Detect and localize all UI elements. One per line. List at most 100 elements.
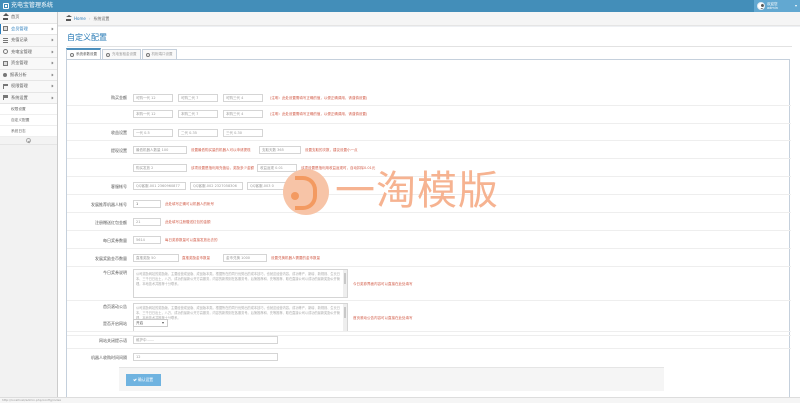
bonus-direct-note: 直推奖励金币数量 [182, 256, 210, 260]
field-value: 2 [151, 166, 154, 170]
avatar [757, 2, 765, 10]
withdraw-note-1: 设置最低购买量的机器人可以申请提现 [191, 148, 251, 152]
field-prefix: QQ客服-002 [193, 184, 214, 188]
price2-input-1[interactable]: 本购一代 12 [133, 110, 173, 118]
price-input-2[interactable]: 可购二代 7 [178, 94, 218, 102]
field-prefix: 可购二代 [181, 96, 195, 100]
sidebar-item-members[interactable]: 会员管理 [0, 23, 57, 35]
kefu-input-2[interactable]: QQ客服-002 2327058306 [190, 182, 243, 190]
form-row-close-notice: 网站关闭提示语 维护中....... [67, 332, 791, 349]
user-icon [145, 52, 150, 57]
sidebar-item-powerbank[interactable]: 充电宝管理 [0, 46, 57, 58]
tab-label: 充电宝租金设置 [112, 52, 137, 56]
close-notice-input[interactable]: 维护中....... [133, 336, 278, 344]
notice-note: 今日奖券界面内容可以直接在此处填写 [353, 282, 413, 286]
flag-icon [3, 83, 8, 89]
kefu-input-3[interactable]: QQ客服-003 0 [247, 182, 300, 190]
form-label: 发展推荐机器人帐号 [91, 202, 127, 207]
form-label: 发展奖励金币数量 [95, 256, 127, 261]
field-value: 7 [196, 112, 199, 116]
form-row-notice: 今日奖券说明 公司奖励网站的奖励版，主要经营成品版、成品版本类。根据所在的同行优… [67, 267, 791, 301]
sidebar-subitem-custom-config[interactable]: 自定义配置 [0, 115, 57, 126]
field-prefix: 金币兑换 [226, 256, 240, 260]
sidebar-item-recharge[interactable]: 充值记录 [0, 35, 57, 47]
brand[interactable]: 充电宝管理系统 [3, 2, 53, 10]
profit-input-2[interactable]: 二代 0.35 [178, 129, 218, 137]
form-label: 机器人收购时间间隔 [91, 355, 127, 360]
submit-button[interactable]: 确认设置 [126, 374, 161, 386]
sidebar-subitem-label: 权限设置 [11, 106, 26, 111]
price2-input-2[interactable]: 本购二代 7 [178, 110, 218, 118]
notice-textarea[interactable]: 公司奖励网站的奖励版，主要经营成品版、成品版本类。根据所在的同行优势出的成本技巧… [133, 269, 348, 298]
price-input-3[interactable]: 可购三代 4 [223, 94, 263, 102]
breadcrumb-separator: › [88, 16, 91, 21]
main-content: 自定义配置 系统参数设置 充电宝租金设置 机柜端口设置 购买金额 可购一代 12… [58, 27, 800, 403]
check-icon [133, 377, 137, 382]
daily-limit-input[interactable]: 5614 [133, 236, 161, 244]
purchase-reward-input[interactable]: 购买发放 2 [133, 164, 187, 172]
sidebar-item-system[interactable]: 系统设置 [0, 92, 57, 104]
user-menu[interactable]: 欢迎您 admin [754, 0, 800, 12]
field-prefix: 最低机器人数量 [136, 148, 161, 152]
field-prefix: 二代 [181, 131, 188, 135]
robot-num-input[interactable]: 1 [133, 200, 161, 208]
sidebar-subitem-logs[interactable]: 系统日志 [0, 126, 57, 137]
field-value: 0.35 [189, 131, 197, 135]
textarea-scrollbar[interactable] [343, 270, 347, 297]
withdraw-min-input[interactable]: 最低机器人数量 100 [133, 146, 187, 154]
chevron-down-icon [50, 27, 54, 30]
bonus-direct-input[interactable]: 直推奖励 50 [133, 254, 179, 262]
sidebar-item-reports[interactable]: 报表分析 [0, 69, 57, 81]
form-row-robot-num: 发展推荐机器人帐号 1 此处填写正确可以机器人的帐号 [67, 195, 791, 213]
field-prefix: QQ客服-003 [250, 184, 271, 188]
title-divider [67, 46, 792, 47]
field-value: 12 [151, 112, 156, 116]
sidebar-item-funds[interactable]: 资金管理 [0, 58, 57, 70]
sidebar-item-label: 充电宝管理 [11, 48, 32, 54]
field-prefix: 三代 [226, 131, 233, 135]
flag-icon [3, 95, 8, 101]
price-note: (注明：此处设置需填写正确的值，以便正确调用，请谨慎设置) [270, 96, 368, 100]
sidebar-collapse-toggle[interactable] [0, 137, 57, 145]
breadcrumb-current: 系统设置 [93, 15, 110, 21]
sidebar-subitem-permission-settings[interactable]: 权限设置 [0, 104, 57, 115]
cashback-note: 该项设置是指利用收益返现时，自动扣除0.01元 [301, 166, 376, 170]
robot-num-note: 此处填写正确可以机器人的帐号 [165, 202, 214, 206]
breadcrumb-home-link[interactable]: Home [74, 16, 86, 21]
price2-note: (注明：此处设置需填写正确的值，以便正确调用，请谨慎设置) [270, 112, 368, 116]
robot-time-input[interactable]: 12 [133, 353, 278, 361]
tab-rent-settings[interactable]: 充电宝租金设置 [102, 49, 141, 59]
price2-input-3[interactable]: 本购三代 4 [223, 110, 263, 118]
kefu-input-1[interactable]: QQ客服-001 2360960877 [133, 182, 186, 190]
app-title: 充电宝管理系统 [11, 2, 54, 9]
profit-input-3[interactable]: 三代 0.30 [223, 129, 263, 137]
form-label: 收益设置 [111, 130, 127, 135]
form-row-profit: 收益设置 一代 0.5 二代 0.35 三代 0.30 [67, 124, 791, 141]
sidebar-item-label: 权限管理 [11, 83, 28, 89]
form-row-price: 购买金额 可购一代 12 可购二代 7 可购三代 4 (注明：此处设置需填写正确… [67, 88, 791, 106]
chevron-down-icon [50, 50, 54, 53]
form-actions: 确认设置 [119, 367, 664, 391]
chevron-down-icon [50, 84, 54, 88]
home-icon [65, 14, 72, 21]
bonus-exchange-input[interactable]: 金币兑换 1000 [223, 254, 267, 262]
tab-port-settings[interactable]: 机柜端口设置 [141, 49, 177, 59]
cashback-input[interactable]: 收益返现 0.01 [257, 164, 297, 172]
tab-system-params[interactable]: 系统参数设置 [66, 48, 101, 59]
field-value: 4 [241, 96, 244, 100]
withdraw-days-input[interactable]: 支取天数 365 [259, 146, 301, 154]
sidebar-item-label: 充值记录 [11, 37, 28, 43]
profit-input-1[interactable]: 一代 0.5 [133, 129, 173, 137]
sidebar-item-permissions[interactable]: 权限管理 [0, 81, 57, 93]
sidebar-item-home[interactable]: 首页 [0, 12, 57, 24]
form-row-withdraw-2: 购买发放 2 该项设置是指利用充值后，奖励多少金额 收益返现 0.01 该项设置… [67, 159, 791, 177]
field-value: 12 [151, 96, 156, 100]
form-label: 是否开启网站 [103, 321, 127, 326]
price-input-1[interactable]: 可购一代 12 [133, 94, 173, 102]
field-prefix: 本购三代 [226, 112, 240, 116]
reg-reward-input[interactable]: 21 [133, 218, 161, 226]
form-label: 购买金额 [111, 95, 127, 100]
site-open-select[interactable]: 开启 [133, 319, 168, 327]
field-prefix: 本购二代 [181, 112, 195, 116]
tab-label: 机柜端口设置 [151, 52, 173, 56]
